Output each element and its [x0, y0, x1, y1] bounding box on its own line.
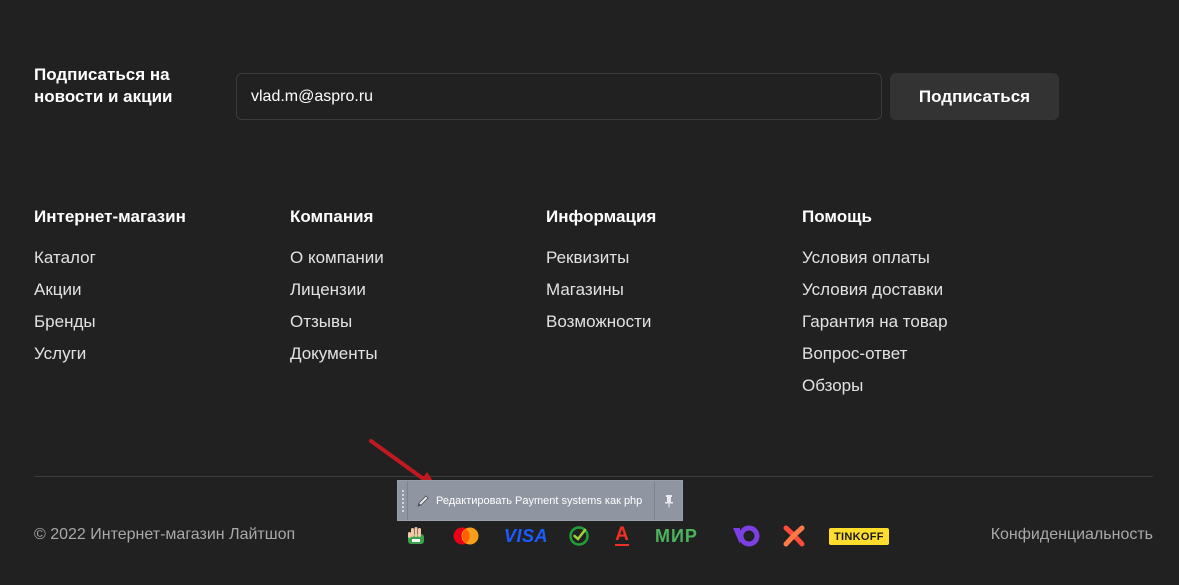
tinkoff-icon: TINKOFF — [829, 528, 889, 545]
privacy-link[interactable]: Конфиденциальность — [991, 525, 1153, 545]
menu-link-payment-terms[interactable]: Условия оплаты — [802, 248, 930, 267]
sberpay-icon — [568, 524, 590, 548]
menu-link-reviews-help[interactable]: Обзоры — [802, 376, 863, 395]
menu-link-faq[interactable]: Вопрос-ответ — [802, 344, 907, 363]
alfa-letter: А — [615, 524, 629, 545]
mastercard-icon — [451, 524, 481, 548]
edit-toolbar: Редактировать Payment systems как php — [397, 480, 683, 521]
edit-payment-systems-button[interactable]: Редактировать Payment systems как php — [408, 481, 654, 520]
menu-link-about[interactable]: О компании — [290, 248, 384, 267]
menu-link-requisites[interactable]: Реквизиты — [546, 248, 629, 267]
pin-icon[interactable] — [654, 481, 682, 520]
copyright-text: © 2022 Интернет-магазин Лайтшоп — [34, 526, 296, 543]
menu-link-services[interactable]: Услуги — [34, 344, 86, 363]
footer-divider — [34, 476, 1153, 477]
subscribe-button[interactable]: Подписаться — [890, 73, 1059, 120]
menu-column-company: Компания О компании Лицензии Отзывы Доку… — [290, 206, 384, 375]
sbp-icon — [404, 524, 430, 548]
menu-heading: Интернет-магазин — [34, 207, 186, 226]
menu-heading: Компания — [290, 207, 374, 226]
edit-label: Редактировать Payment systems как php — [436, 494, 643, 507]
visa-icon: VISA — [504, 525, 549, 546]
alfa-icon: А — [613, 524, 631, 548]
drag-handle[interactable] — [398, 481, 408, 520]
menu-link-stores[interactable]: Магазины — [546, 280, 624, 299]
menu-link-reviews[interactable]: Отзывы — [290, 312, 352, 331]
mir-icon: МИР — [655, 525, 698, 546]
menu-link-licenses[interactable]: Лицензии — [290, 280, 366, 299]
menu-column-info: Информация Реквизиты Магазины Возможност… — [546, 206, 656, 343]
menu-link-documents[interactable]: Документы — [290, 344, 378, 363]
pencil-icon — [417, 494, 429, 507]
yoomoney-icon — [731, 524, 761, 548]
menu-link-delivery-terms[interactable]: Условия доставки — [802, 280, 943, 299]
email-field[interactable] — [236, 73, 882, 120]
x-payment-icon — [783, 524, 805, 548]
menu-link-features[interactable]: Возможности — [546, 312, 651, 331]
menu-heading: Помощь — [802, 207, 872, 226]
menu-link-sales[interactable]: Акции — [34, 280, 82, 299]
menu-heading: Информация — [546, 207, 657, 226]
subscribe-title: Подписаться на новости и акции — [34, 65, 173, 106]
menu-column-help: Помощь Условия оплаты Условия доставки Г… — [802, 206, 948, 407]
menu-link-warranty[interactable]: Гарантия на товар — [802, 312, 948, 331]
menu-link-catalog[interactable]: Каталог — [34, 248, 96, 267]
menu-link-brands[interactable]: Бренды — [34, 312, 96, 331]
menu-column-shop: Интернет-магазин Каталог Акции Бренды Ус… — [34, 206, 186, 375]
